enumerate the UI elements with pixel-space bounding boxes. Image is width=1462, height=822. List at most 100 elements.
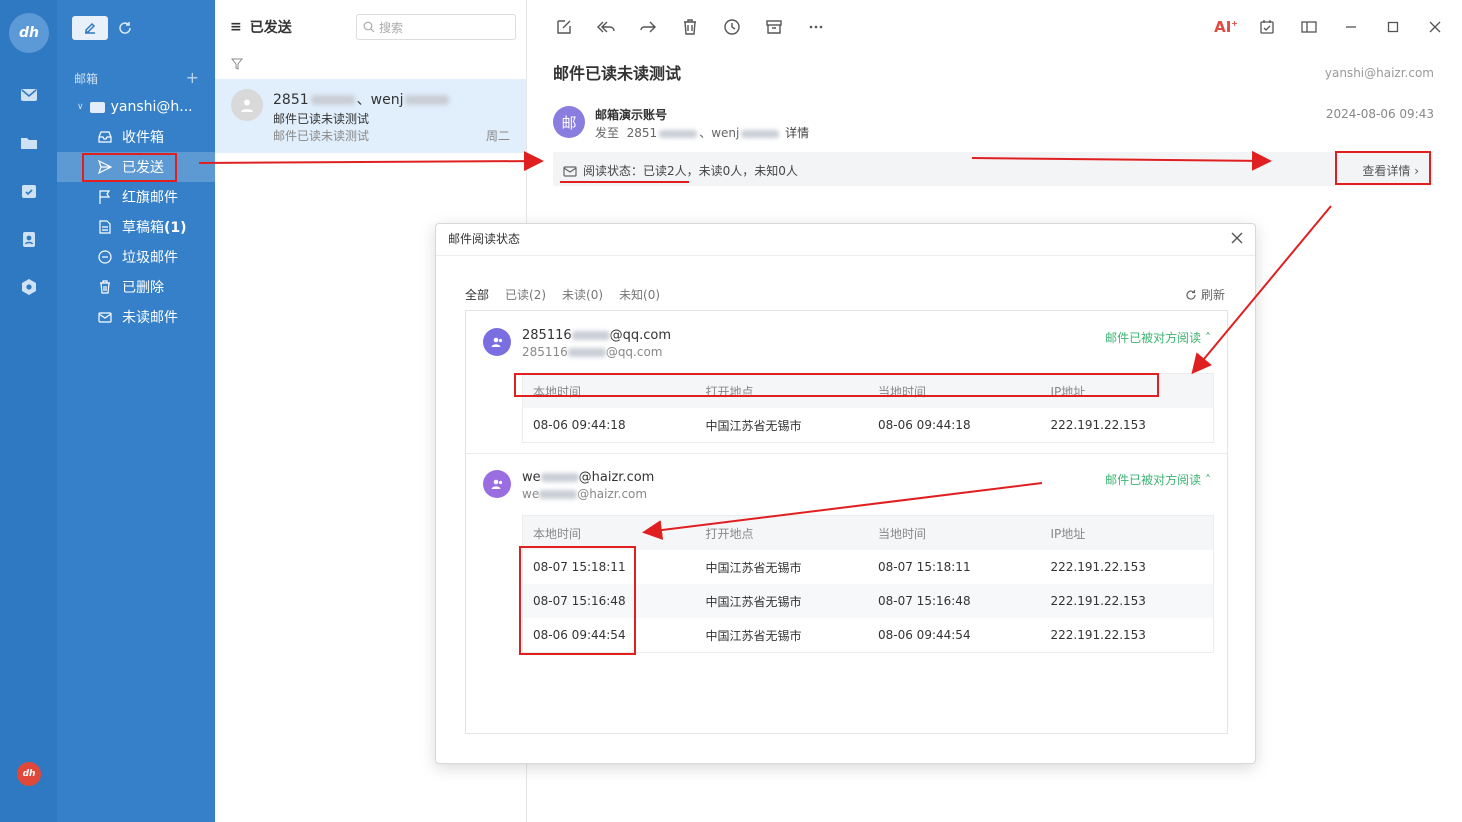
contacts-icon[interactable] <box>18 229 40 249</box>
table-cell: 中国江苏省无锡市 <box>705 628 802 643</box>
table-cell: 222.191.22.153 <box>1050 628 1146 642</box>
add-mailbox-icon[interactable]: + <box>186 68 199 87</box>
search-placeholder: 搜索 <box>379 20 404 35</box>
account-row[interactable]: ∨ yanshi@h... <box>77 96 193 118</box>
calendar-button[interactable] <box>1254 16 1280 38</box>
forward-icon <box>640 21 656 33</box>
maximize-icon <box>1387 21 1399 33</box>
status-tabs: 全部 已读(2) 未读(0) 未知(0) <box>465 286 660 303</box>
mail-toolbar <box>551 16 829 38</box>
sidebar-item-label: 收件箱 <box>122 130 164 146</box>
highlight-box <box>514 373 1159 397</box>
mail-icon[interactable] <box>18 85 40 105</box>
reader-email: 285116 @qq.com <box>522 328 672 343</box>
dialog-title: 邮件阅读状态 <box>448 232 521 246</box>
redacted-text <box>539 490 578 499</box>
table-cell: 中国江苏省无锡市 <box>705 418 802 433</box>
sidebar-item-trash[interactable]: 已删除 <box>57 272 215 302</box>
redacted-text <box>567 348 606 357</box>
list-item[interactable]: 2851 、wenj 邮件已读未读测试 邮件已读未读测试 周二 <box>215 79 526 153</box>
more-button[interactable] <box>803 16 829 38</box>
envelope-icon <box>89 101 105 113</box>
table-cell: 222.191.22.153 <box>1050 594 1146 608</box>
tab-unknown[interactable]: 未知(0) <box>619 286 660 303</box>
column-header: 当地时间 <box>878 526 927 541</box>
list-header: ≡ 已发送 <box>230 17 292 37</box>
account-name: yanshi@h... <box>110 99 193 115</box>
reader-avatar <box>483 328 511 356</box>
message-day: 周二 <box>485 129 510 143</box>
schedule-button[interactable] <box>719 16 745 38</box>
message-subject: 邮件已读未读测试 <box>273 112 370 126</box>
minimize-icon <box>1346 26 1356 28</box>
table-cell: 08-07 15:18:11 <box>878 560 971 574</box>
highlight-box <box>82 153 177 182</box>
sidebar-item-inbox[interactable]: 收件箱 <box>57 122 215 152</box>
redacted-text <box>540 473 579 482</box>
settings-icon[interactable] <box>18 277 40 297</box>
drafts-count: (1) <box>164 220 187 236</box>
archive-button[interactable] <box>761 16 787 38</box>
maximize-button[interactable] <box>1380 16 1406 38</box>
search-icon <box>363 21 375 33</box>
reply-all-icon <box>597 21 615 33</box>
sidebar-item-drafts[interactable]: 草稿箱(1) <box>57 212 215 242</box>
layout-button[interactable] <box>1296 16 1322 38</box>
highlight-box <box>1335 151 1431 185</box>
minimize-button[interactable] <box>1338 16 1364 38</box>
filter-icon[interactable] <box>230 58 244 73</box>
read-receipt-icon <box>563 165 577 177</box>
tab-read[interactable]: 已读(2) <box>505 286 546 303</box>
highlight-underline <box>560 181 689 183</box>
redacted-text <box>571 331 610 340</box>
brand-badge-icon[interactable]: dh <box>17 762 41 786</box>
mail-subject: 邮件已读未读测试 <box>553 64 682 83</box>
tab-unread[interactable]: 未读(0) <box>562 286 603 303</box>
compose-button[interactable] <box>72 16 108 40</box>
sidebar-item-flagged[interactable]: 红旗邮件 <box>57 182 215 212</box>
reader-status[interactable]: 邮件已被对方阅读 ˄ <box>1105 329 1211 346</box>
ai-button[interactable]: AI+ <box>1214 18 1238 36</box>
user-icon <box>241 99 253 112</box>
forward-button[interactable] <box>635 16 661 38</box>
divider <box>436 255 1255 256</box>
sidebar-item-spam[interactable]: 垃圾邮件 <box>57 242 215 272</box>
spam-icon <box>98 250 112 264</box>
list-title: 已发送 <box>249 20 292 36</box>
sidebar-item-unread[interactable]: 未读邮件 <box>57 302 215 332</box>
reader-email-secondary: 285116 @qq.com <box>522 345 663 359</box>
draft-icon <box>99 220 111 234</box>
close-icon <box>1231 232 1243 244</box>
edit-button[interactable] <box>551 16 577 38</box>
close-button[interactable] <box>1422 16 1448 38</box>
refresh-icon <box>1186 289 1196 300</box>
column-header: 打开地点 <box>705 526 754 541</box>
app-rail: dh dh <box>0 0 57 822</box>
sidebar-item-label: 未读邮件 <box>122 310 178 326</box>
message-preview: 邮件已读未读测试 <box>273 129 370 143</box>
table-cell: 08-07 15:16:48 <box>878 594 971 608</box>
split-view-icon <box>1301 21 1317 33</box>
reply-all-button[interactable] <box>593 16 619 38</box>
archive-icon <box>766 20 782 34</box>
dialog-refresh-button[interactable]: 刷新 <box>1185 286 1225 303</box>
table-row: 08-06 09:44:18 中国江苏省无锡市 08-06 09:44:18 2… <box>523 408 1213 442</box>
menu-icon[interactable]: ≡ <box>230 19 242 35</box>
refresh-icon[interactable] <box>115 18 135 38</box>
mail-account: yanshi@haizr.com <box>1324 66 1434 80</box>
folder-icon[interactable] <box>18 133 40 153</box>
search-input[interactable]: 搜索 <box>356 14 516 40</box>
delete-button[interactable] <box>677 16 703 38</box>
calendar-icon[interactable] <box>18 181 40 201</box>
recipients-detail-link[interactable]: 详情 <box>785 126 809 140</box>
tab-all[interactable]: 全部 <box>465 286 489 303</box>
mailbox-section-label: 邮箱 <box>74 72 99 86</box>
reader-status[interactable]: 邮件已被对方阅读 ˄ <box>1105 471 1211 488</box>
mail-date: 2024-08-06 09:43 <box>1325 107 1434 121</box>
reader-avatar <box>483 470 511 498</box>
clock-icon <box>724 19 740 35</box>
table-cell: 08-06 09:44:18 <box>533 418 626 432</box>
message-from: 2851 、wenj <box>273 89 451 109</box>
table-cell: 222.191.22.153 <box>1050 418 1146 432</box>
dialog-close-button[interactable] <box>1227 228 1247 248</box>
